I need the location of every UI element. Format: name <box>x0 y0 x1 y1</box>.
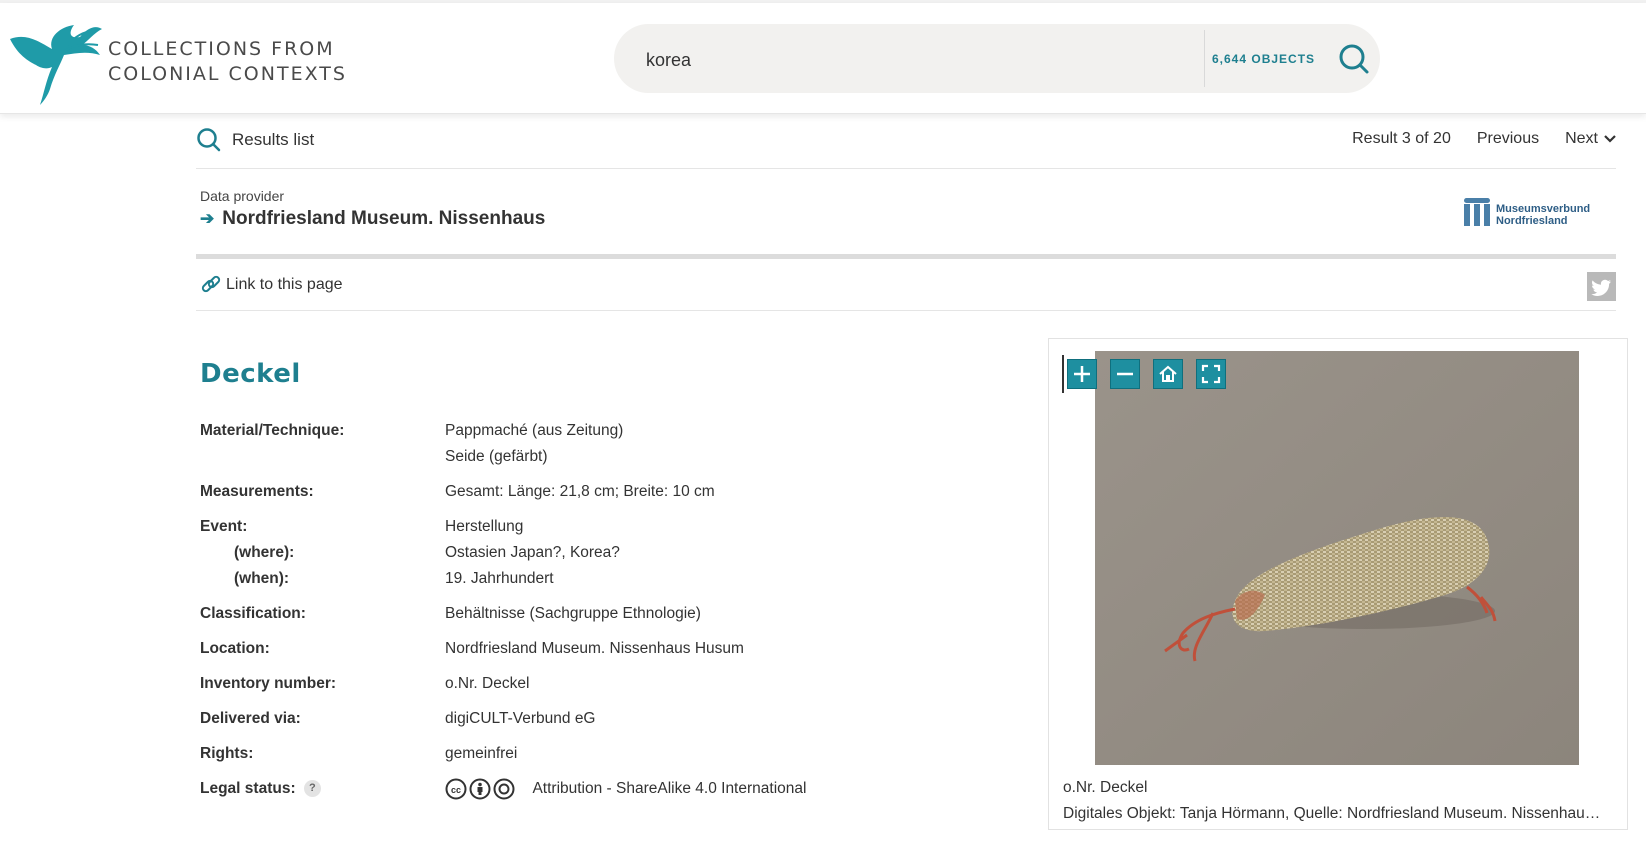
result-navigation: Results list Result 3 of 20 Previous Nex… <box>196 118 1616 169</box>
object-title: Deckel <box>200 359 301 389</box>
museum-logo-line-1: Museumsverbund <box>1496 203 1590 215</box>
data-provider-label: Data provider <box>200 188 285 204</box>
search-bar: 6,644 OBJECTS <box>614 24 1380 93</box>
cc-license-icons[interactable]: cc <box>445 778 515 800</box>
detail-label: Location: <box>200 640 270 657</box>
detail-label: Inventory number: <box>200 675 337 692</box>
detail-value: Behältnisse (Sachgruppe Ethnologie) <box>445 605 701 622</box>
site-header: COLLECTIONS FROM COLONIAL CONTEXTS 6,644… <box>0 3 1646 114</box>
material-value-2: Seide (gefärbt) <box>445 448 548 465</box>
minus-icon <box>1117 372 1133 376</box>
share-row: Link to this page <box>196 262 1616 311</box>
zoom-in-button[interactable] <box>1067 359 1097 389</box>
results-list-label: Results list <box>232 130 315 149</box>
data-provider-name: Nordfriesland Museum. Nissenhaus <box>222 208 546 229</box>
previous-link[interactable]: Previous <box>1477 130 1539 148</box>
link-icon <box>201 275 221 293</box>
text-cursor <box>1062 355 1064 393</box>
cc-icon: cc <box>445 778 467 800</box>
detail-value: Nordfriesland Museum. Nissenhaus Husum <box>445 640 744 657</box>
site-logo-icon[interactable] <box>8 15 103 105</box>
detail-label: Event: <box>200 518 248 535</box>
object-details: Material/Technique: Pappmaché (aus Zeitu… <box>200 418 860 811</box>
image-caption: o.Nr. Deckel Digitales Objekt: Tanja Hör… <box>1063 775 1608 827</box>
object-count: 6,644 OBJECTS <box>1212 52 1316 66</box>
brand-line-2: COLONIAL CONTEXTS <box>108 63 347 85</box>
share-alike-icon <box>493 778 515 800</box>
detail-row-legal: Legal status: ? cc Attribution - ShareAl… <box>200 776 860 802</box>
detail-label: Measurements: <box>200 483 314 500</box>
twitter-icon <box>1591 279 1611 296</box>
detail-row-material: Material/Technique: Pappmaché (aus Zeitu… <box>200 418 860 470</box>
detail-value: Ostasien Japan?, Korea? <box>445 544 620 561</box>
detail-value: Pappmaché (aus Zeitung) Seide (gefärbt) <box>445 418 623 470</box>
result-pager: Result 3 of 20 Previous Next <box>1352 130 1616 148</box>
detail-value: gemeinfrei <box>445 745 518 762</box>
detail-row-inventory: Inventory number: o.Nr. Deckel <box>200 671 860 697</box>
search-input[interactable] <box>644 44 1168 76</box>
detail-label: Legal status: <box>200 780 296 797</box>
detail-value: Gesamt: Länge: 21,8 cm; Breite: 10 cm <box>445 483 715 500</box>
detail-row-classification: Classification: Behältnisse (Sachgruppe … <box>200 601 860 627</box>
next-link[interactable]: Next <box>1565 130 1616 148</box>
image-viewer: o.Nr. Deckel Digitales Objekt: Tanja Hör… <box>1048 338 1628 830</box>
help-icon[interactable]: ? <box>303 780 321 798</box>
detail-row-where: (where): Ostasien Japan?, Korea? <box>200 540 860 566</box>
home-icon <box>1159 365 1177 382</box>
attribution-icon <box>469 778 491 800</box>
license-text: Attribution - ShareAlike 4.0 Internation… <box>532 780 807 797</box>
detail-label: (where): <box>234 544 295 561</box>
link-to-page[interactable]: Link to this page <box>200 274 343 296</box>
brand-line-1: COLLECTIONS FROM <box>108 38 335 60</box>
detail-label: Material/Technique: <box>200 422 345 439</box>
detail-value: cc Attribution - ShareAlike 4.0 Internat… <box>445 776 806 802</box>
twitter-share-button[interactable] <box>1587 272 1616 301</box>
result-position: Result 3 of 20 <box>1352 130 1451 147</box>
plus-icon <box>1074 366 1090 382</box>
museum-logo-line-2: Nordfriesland <box>1496 215 1568 227</box>
results-list-link[interactable]: Results list <box>196 127 314 153</box>
next-label: Next <box>1565 130 1598 147</box>
data-provider: Data provider ➔ Nordfriesland Museum. Ni… <box>200 188 545 230</box>
detail-value: digiCULT-Verbund eG <box>445 710 596 727</box>
home-button[interactable] <box>1153 359 1183 389</box>
detail-label-wrap: Legal status: ? <box>200 776 445 802</box>
detail-row-when: (when): 19. Jahrhundert <box>200 566 860 592</box>
caption-line-2: Digitales Objekt: Tanja Hörmann, Quelle:… <box>1063 805 1608 822</box>
fullscreen-button[interactable] <box>1196 359 1226 389</box>
svg-text:cc: cc <box>451 785 461 795</box>
search-divider <box>1204 30 1205 87</box>
object-photo[interactable] <box>1095 351 1579 765</box>
detail-value: Herstellung <box>445 518 524 535</box>
detail-label: Delivered via: <box>200 710 301 727</box>
detail-row-event: Event: Herstellung <box>200 514 860 540</box>
museum-logo[interactable]: Museumsverbund Nordfriesland <box>1460 190 1610 234</box>
viewer-controls <box>1067 359 1226 389</box>
museum-logo-icon: Museumsverbund Nordfriesland <box>1464 198 1590 227</box>
caption-line-1: o.Nr. Deckel <box>1063 779 1148 796</box>
detail-value: 19. Jahrhundert <box>445 570 554 587</box>
detail-label: (when): <box>234 570 290 587</box>
arrow-right-icon: ➔ <box>200 209 215 228</box>
detail-row-delivered: Delivered via: digiCULT-Verbund eG <box>200 706 860 732</box>
detail-row-rights: Rights: gemeinfrei <box>200 741 860 767</box>
detail-value: o.Nr. Deckel <box>445 675 530 692</box>
detail-label: Rights: <box>200 745 254 762</box>
detail-row-location: Location: Nordfriesland Museum. Nissenha… <box>200 636 860 662</box>
section-divider <box>196 254 1616 259</box>
zoom-out-button[interactable] <box>1110 359 1140 389</box>
chevron-down-icon <box>1604 134 1616 143</box>
link-to-page-label: Link to this page <box>226 276 343 293</box>
detail-row-measurements: Measurements: Gesamt: Länge: 21,8 cm; Br… <box>200 479 860 505</box>
search-icon <box>197 128 221 152</box>
site-brand[interactable]: COLLECTIONS FROM COLONIAL CONTEXTS <box>108 37 347 87</box>
search-icon[interactable] <box>1336 41 1372 77</box>
data-provider-link[interactable]: ➔ Nordfriesland Museum. Nissenhaus <box>200 208 545 230</box>
fullscreen-icon <box>1201 364 1221 384</box>
detail-label: Classification: <box>200 605 306 622</box>
material-value-1: Pappmaché (aus Zeitung) <box>445 422 624 439</box>
